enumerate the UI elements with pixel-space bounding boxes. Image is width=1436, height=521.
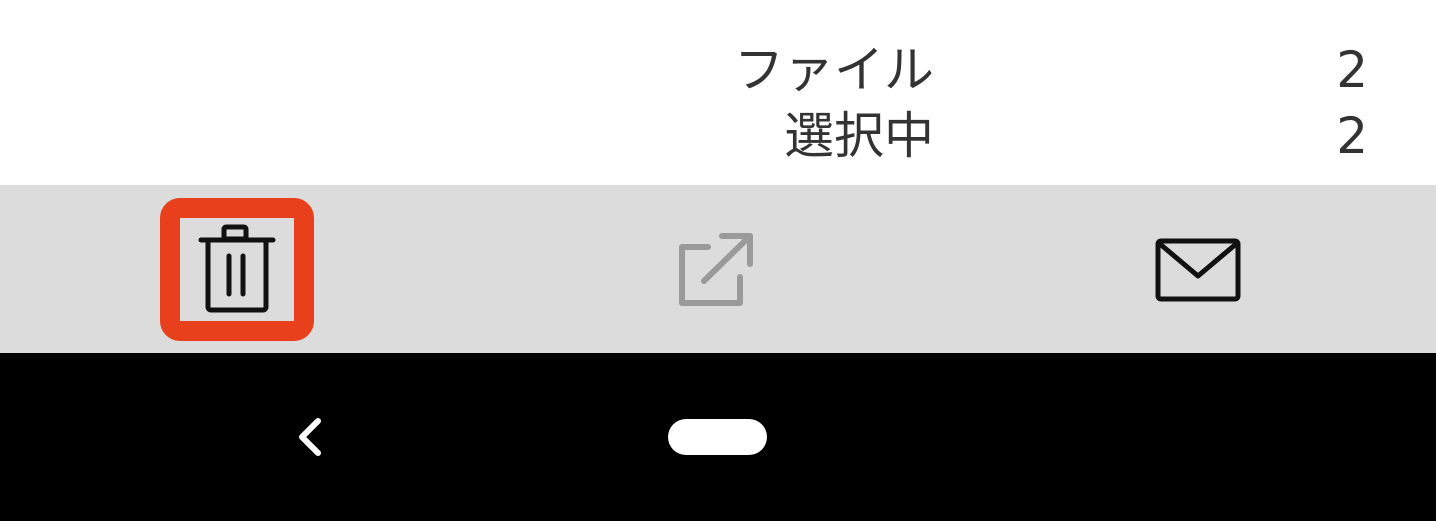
selected-row: 選択中 2 [0, 104, 1436, 168]
files-row: ファイル 2 [0, 38, 1436, 102]
mail-button[interactable] [1130, 198, 1266, 341]
files-label: ファイル [734, 41, 934, 99]
delete-button[interactable] [160, 198, 314, 341]
action-toolbar [0, 185, 1436, 353]
nav-home-pill[interactable] [668, 419, 767, 455]
back-chevron-icon [299, 418, 321, 456]
app-screen: ファイル 2 選択中 2 [0, 0, 1436, 521]
trash-icon [198, 224, 276, 312]
share-external-icon [679, 232, 753, 306]
selection-summary: ファイル 2 選択中 2 [0, 0, 1436, 185]
mail-icon [1155, 238, 1241, 301]
files-count: 2 [1336, 41, 1368, 99]
selected-label: 選択中 [784, 107, 934, 165]
system-navigation-bar [0, 353, 1436, 521]
nav-back-button[interactable] [280, 409, 340, 465]
selected-count: 2 [1336, 107, 1368, 165]
share-button[interactable] [650, 198, 784, 341]
